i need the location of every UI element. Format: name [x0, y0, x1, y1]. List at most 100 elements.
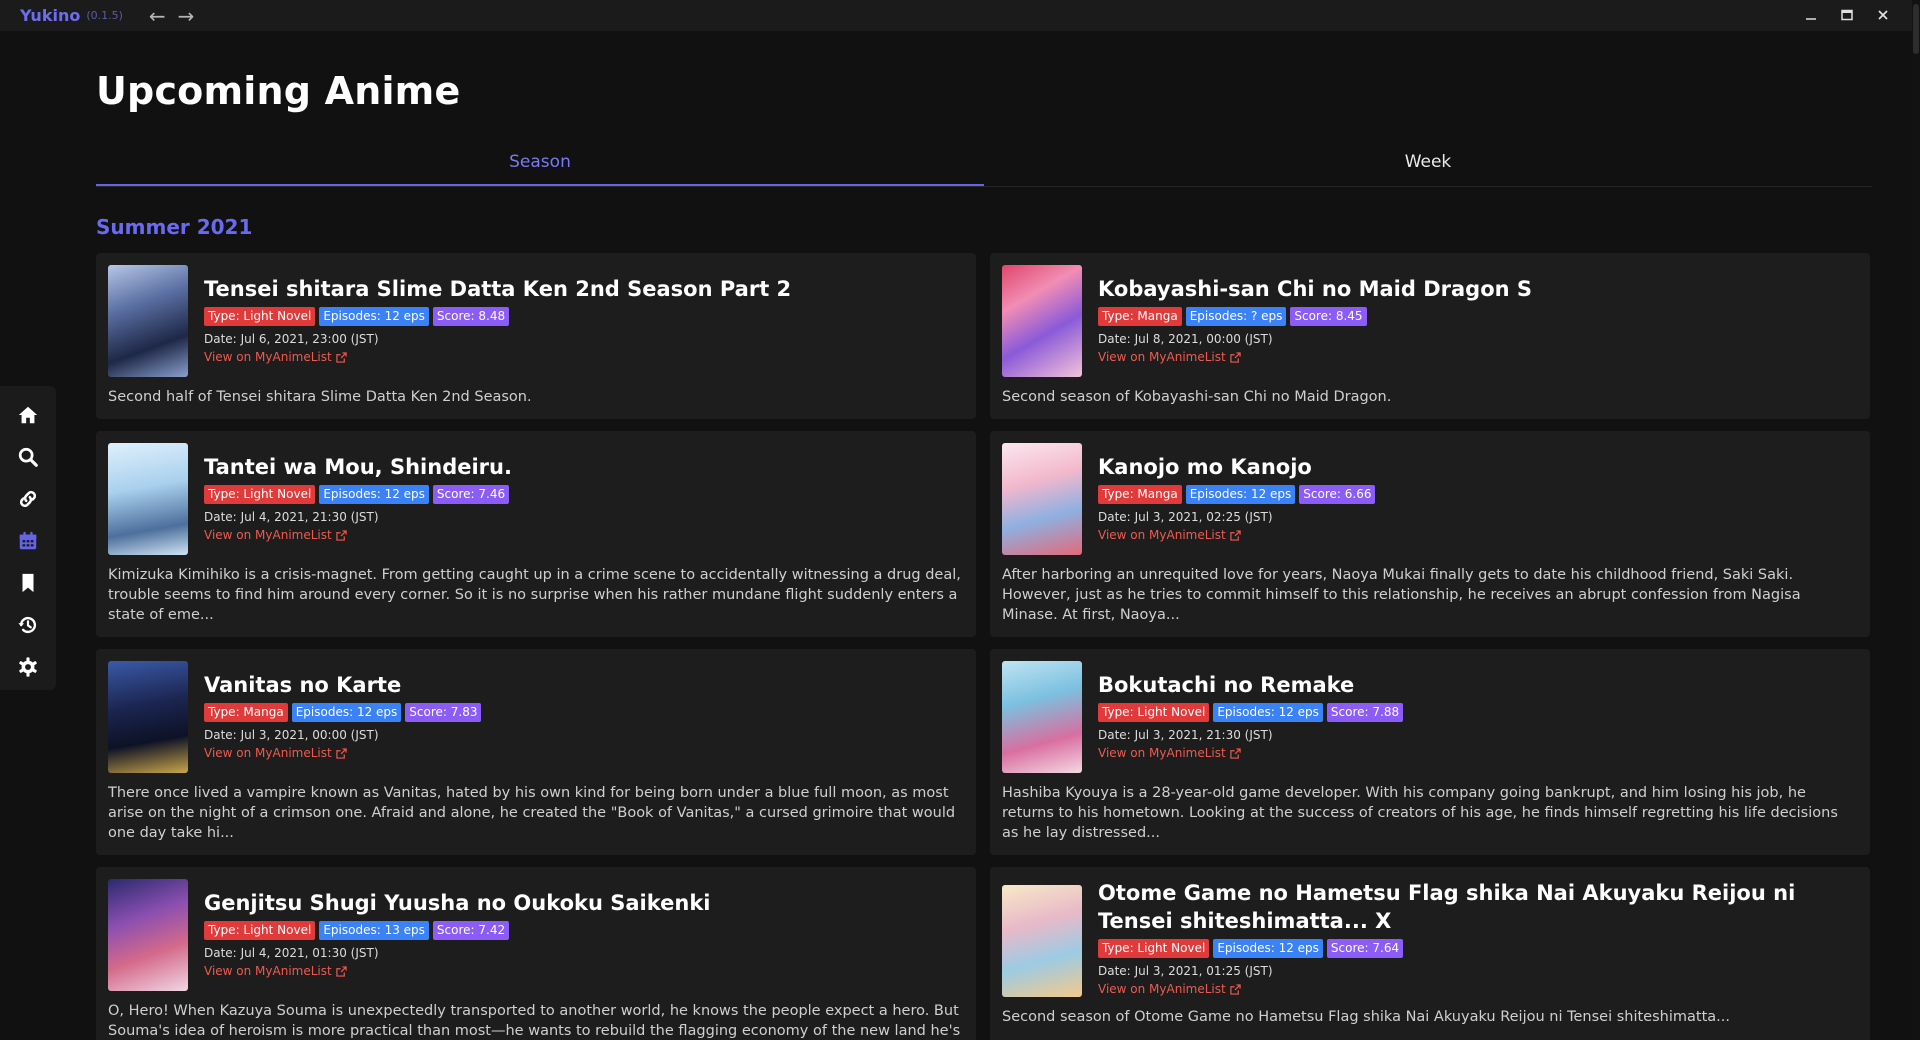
anime-description: Hashiba Kyouya is a 28-year-old game dev… [1002, 785, 1838, 841]
date-label: Date: [1098, 964, 1131, 978]
search-icon[interactable] [15, 444, 41, 470]
maximize-button[interactable] [1840, 8, 1854, 24]
episodes-badge: Episodes: 12 eps [1213, 703, 1323, 722]
tab-week[interactable]: Week [984, 139, 1872, 186]
main-content: Upcoming Anime Season Week Summer 2021 T… [96, 31, 1872, 1040]
external-link-icon [1230, 351, 1241, 363]
date-value: Jul 3, 2021, 02:25 (JST) [1134, 510, 1273, 524]
anime-card: Tensei shitara Slime Datta Ken 2nd Seaso… [96, 253, 976, 419]
cover-image[interactable] [1002, 885, 1082, 997]
air-date: Date: Jul 3, 2021, 00:00 (JST) [204, 728, 481, 742]
anime-title[interactable]: Genjitsu Shugi Yuusha no Oukoku Saikenki [204, 889, 711, 917]
mal-link[interactable]: View on MyAnimeList [1098, 528, 1375, 542]
anime-card: Genjitsu Shugi Yuusha no Oukoku Saikenki… [96, 867, 976, 1040]
score-badge: Score: 7.46 [432, 485, 510, 504]
mal-link[interactable]: View on MyAnimeList [1098, 982, 1858, 996]
episodes-badge: Episodes: 12 eps [319, 485, 429, 504]
anime-title[interactable]: Tensei shitara Slime Datta Ken 2nd Seaso… [204, 275, 791, 303]
anime-title[interactable]: Vanitas no Karte [204, 671, 481, 699]
type-badge: Type: Light Novel [204, 307, 316, 326]
date-label: Date: [204, 728, 237, 742]
mal-link[interactable]: View on MyAnimeList [204, 350, 791, 364]
date-label: Date: [1098, 510, 1131, 524]
mal-link[interactable]: View on MyAnimeList [1098, 350, 1532, 364]
external-link-icon [1230, 747, 1241, 759]
sidebar [0, 386, 56, 690]
external-link-icon [336, 747, 347, 759]
episodes-badge: Episodes: 12 eps [1185, 485, 1296, 504]
cover-image[interactable] [108, 265, 188, 377]
mal-link-label: View on MyAnimeList [1098, 746, 1226, 760]
type-badge: Type: Light Novel [1098, 939, 1210, 958]
mal-link-label: View on MyAnimeList [1098, 350, 1226, 364]
anime-description: Second half of Tensei shitara Slime Datt… [108, 389, 532, 405]
score-badge: Score: 6.66 [1299, 485, 1376, 504]
history-icon[interactable] [15, 612, 41, 638]
external-link-icon [1230, 529, 1241, 541]
mal-link[interactable]: View on MyAnimeList [204, 964, 711, 978]
mal-link-label: View on MyAnimeList [204, 528, 332, 542]
date-value: Jul 3, 2021, 01:25 (JST) [1134, 964, 1273, 978]
air-date: Date: Jul 3, 2021, 21:30 (JST) [1098, 728, 1403, 742]
cover-image[interactable] [1002, 443, 1082, 555]
mal-link[interactable]: View on MyAnimeList [204, 746, 481, 760]
minimize-button[interactable] [1804, 8, 1818, 24]
forward-arrow-icon[interactable]: → [178, 6, 195, 26]
external-link-icon [336, 965, 347, 977]
date-label: Date: [204, 510, 237, 524]
external-link-icon [336, 351, 347, 363]
air-date: Date: Jul 4, 2021, 01:30 (JST) [204, 946, 711, 960]
air-date: Date: Jul 8, 2021, 00:00 (JST) [1098, 332, 1532, 346]
score-badge: Score: 8.48 [432, 307, 510, 326]
mal-link-label: View on MyAnimeList [1098, 528, 1226, 542]
type-badge: Type: Manga [1098, 485, 1182, 504]
cover-image[interactable] [108, 443, 188, 555]
anime-title[interactable]: Tantei wa Mou, Shindeiru. [204, 453, 512, 481]
window-controls [1804, 0, 1890, 31]
anime-title[interactable]: Kanojo mo Kanojo [1098, 453, 1375, 481]
anime-description: O, Hero! When Kazuya Souma is unexpected… [108, 1003, 961, 1039]
scrollbar[interactable] [1912, 0, 1920, 1040]
tab-season[interactable]: Season [96, 139, 984, 186]
date-value: Jul 4, 2021, 21:30 (JST) [240, 510, 379, 524]
type-badge: Type: Light Novel [1098, 703, 1210, 722]
type-badge: Type: Light Novel [204, 485, 316, 504]
anime-card: Vanitas no Karte Type: Manga Episodes: 1… [96, 649, 976, 855]
air-date: Date: Jul 3, 2021, 02:25 (JST) [1098, 510, 1375, 524]
date-label: Date: [1098, 332, 1131, 346]
mal-link[interactable]: View on MyAnimeList [204, 528, 512, 542]
link-icon[interactable] [15, 486, 41, 512]
score-badge: Score: 7.88 [1326, 703, 1404, 722]
cover-image[interactable] [108, 879, 188, 991]
mal-link-label: View on MyAnimeList [204, 746, 332, 760]
season-title: Summer 2021 [96, 215, 253, 239]
anime-description: There once lived a vampire known as Vani… [108, 785, 956, 841]
mal-link[interactable]: View on MyAnimeList [1098, 746, 1403, 760]
date-value: Jul 3, 2021, 21:30 (JST) [1134, 728, 1273, 742]
bookmark-icon[interactable] [15, 570, 41, 596]
air-date: Date: Jul 4, 2021, 21:30 (JST) [204, 510, 512, 524]
close-button[interactable] [1876, 8, 1890, 24]
cover-image[interactable] [1002, 265, 1082, 377]
tab-bar: Season Week [96, 139, 1872, 187]
page-title: Upcoming Anime [96, 69, 461, 113]
home-icon[interactable] [15, 402, 41, 428]
anime-title[interactable]: Otome Game no Hametsu Flag shika Nai Aku… [1098, 879, 1858, 935]
score-badge: Score: 8.45 [1290, 307, 1367, 326]
anime-title[interactable]: Kobayashi-san Chi no Maid Dragon S [1098, 275, 1532, 303]
type-badge: Type: Manga [1098, 307, 1182, 326]
score-badge: Score: 7.42 [432, 921, 510, 940]
episodes-badge: Episodes: 13 eps [319, 921, 429, 940]
app-name: Yukino [20, 6, 81, 25]
cover-image[interactable] [1002, 661, 1082, 773]
date-label: Date: [1098, 728, 1131, 742]
mal-link-label: View on MyAnimeList [1098, 982, 1226, 996]
cover-image[interactable] [108, 661, 188, 773]
back-arrow-icon[interactable]: ← [149, 6, 166, 26]
episodes-badge: Episodes: ? eps [1185, 307, 1287, 326]
calendar-icon[interactable] [15, 528, 41, 554]
scroll-thumb[interactable] [1913, 4, 1919, 54]
anime-card: Kobayashi-san Chi no Maid Dragon S Type:… [990, 253, 1870, 419]
gear-icon[interactable] [15, 654, 41, 680]
anime-title[interactable]: Bokutachi no Remake [1098, 671, 1403, 699]
